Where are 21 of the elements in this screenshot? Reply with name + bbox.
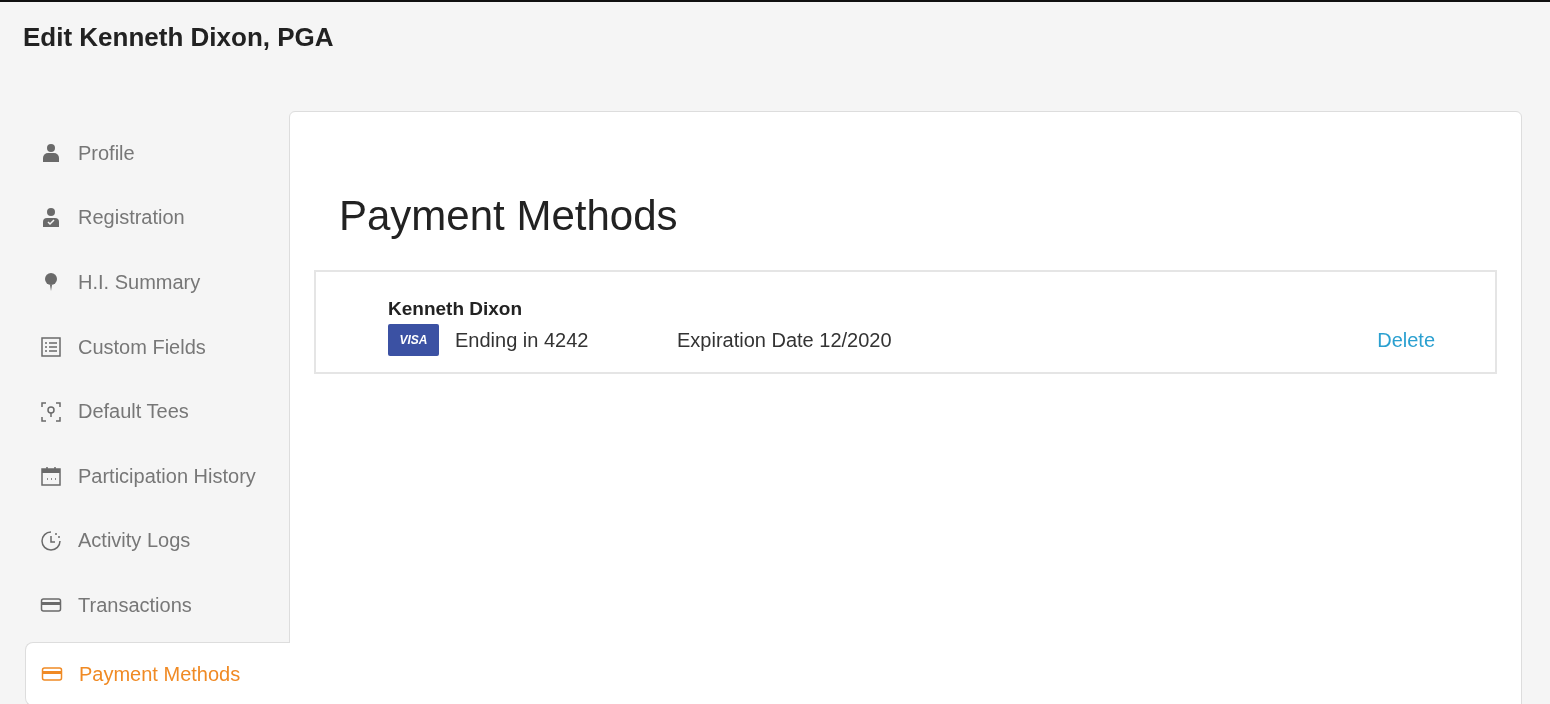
list-icon	[40, 336, 62, 359]
expiration-date: Expiration Date 12/2020	[677, 328, 892, 352]
sidebar-item[interactable]: H.I. Summary	[25, 250, 289, 315]
sidebar-item[interactable]: Default Tees	[25, 379, 289, 444]
sidebar-item[interactable]: Payment Methods	[25, 641, 290, 704]
delete-link[interactable]: Delete	[1377, 328, 1435, 352]
visa-card-logo: VISA	[388, 324, 439, 356]
sidebar-item[interactable]: Registration	[25, 185, 289, 251]
person-icon	[40, 142, 62, 165]
cardholder-name: Kenneth Dixon	[388, 298, 524, 320]
page-title: Edit Kenneth Dixon, PGA	[22, 21, 335, 54]
clock-icon	[40, 529, 62, 552]
sidebar-item[interactable]: Profile	[25, 121, 289, 186]
sidebar-item[interactable]: Activity Logs	[25, 508, 289, 574]
card-ending: Ending in 4242	[455, 328, 590, 352]
sidebar-item[interactable]: Participation History	[25, 443, 289, 509]
calendar-icon	[40, 465, 62, 488]
section-heading: Payment Methods	[339, 192, 679, 240]
sidebar-item[interactable]: Custom Fields	[25, 314, 289, 380]
person-check-icon	[40, 206, 62, 229]
sidebar-item[interactable]: Transactions	[25, 573, 289, 638]
